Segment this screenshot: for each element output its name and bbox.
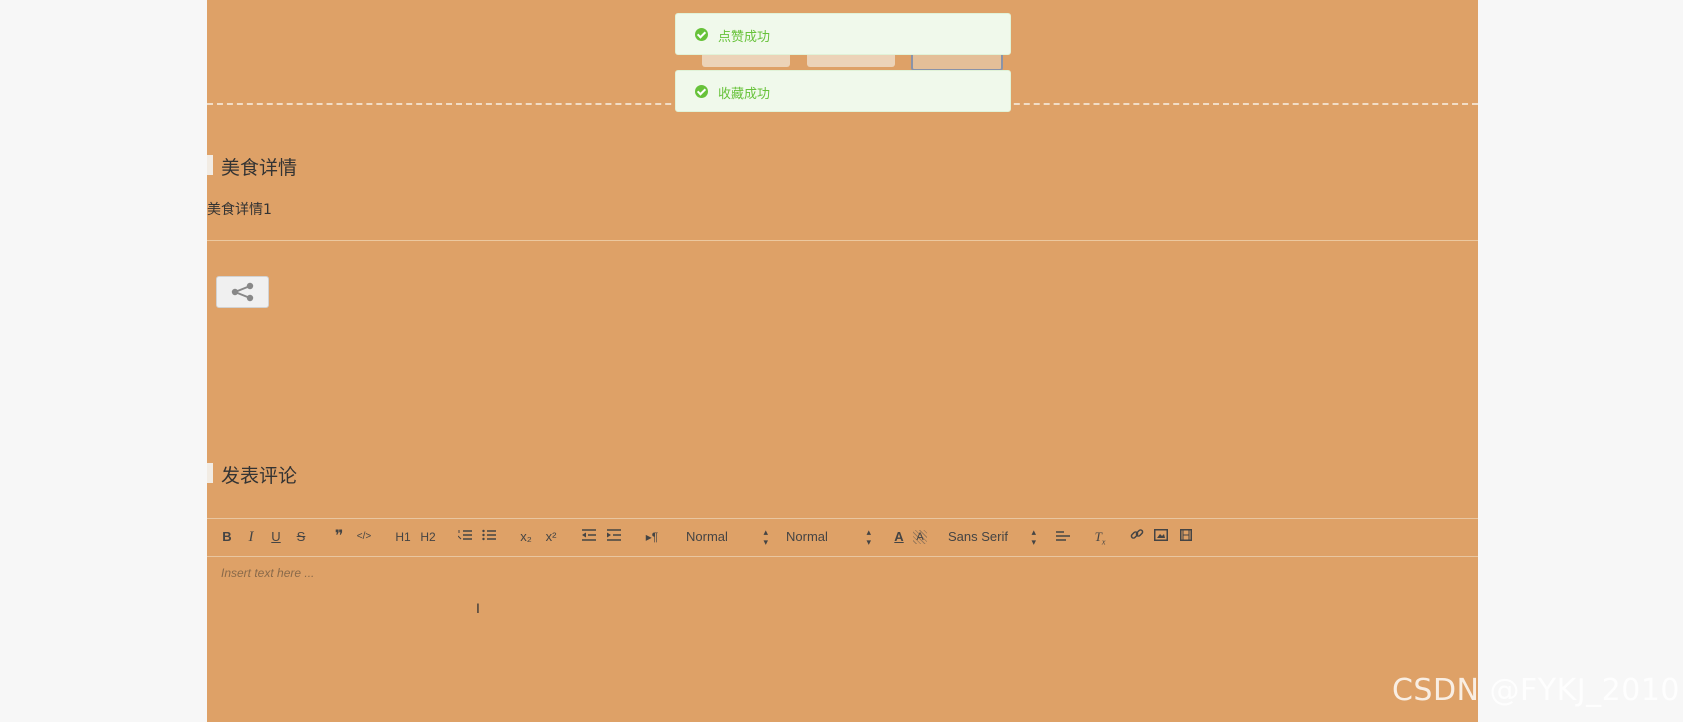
video-button[interactable] [1176,527,1196,547]
superscript-button[interactable]: x² [541,527,561,547]
underline-button[interactable]: U [266,527,286,547]
success-check-icon [695,28,708,41]
success-check-icon [695,85,708,98]
align-button[interactable] [1053,527,1073,547]
strike-button[interactable]: S [291,527,311,547]
title-accent-bar [207,155,213,175]
divider-line [207,240,1478,241]
title-accent-bar [207,463,213,483]
video-icon [1180,529,1192,541]
share-button[interactable] [216,276,269,308]
indent-icon [607,529,621,541]
select-caret-icon: ▴ ▾ [1031,527,1036,547]
subscript-button[interactable]: x₂ [516,527,536,547]
text-color-button[interactable]: A [889,527,909,547]
clear-format-button[interactable]: Tx [1090,527,1110,547]
ordered-list-button[interactable] [455,527,475,547]
outdent-icon [582,529,596,541]
bullet-list-button[interactable] [479,527,499,547]
watermark: CSDN @FYKJ_2010 [1391,673,1680,708]
image-button[interactable] [1151,527,1171,547]
toast-message: 点赞成功 [718,30,771,45]
link-icon [1130,529,1144,539]
align-left-icon [1056,531,1070,541]
outdent-button[interactable] [579,527,599,547]
size-select[interactable]: Normal ▴ ▾ [786,527,871,547]
toast-message: 收藏成功 [718,87,771,102]
blockquote-button[interactable]: ❞ [329,527,349,547]
header-1-button[interactable]: H1 [391,527,415,547]
text-cursor-icon: I [476,600,480,616]
toast-favorite-success: 收藏成功 [675,70,1011,112]
font-select-value: Sans Serif [948,529,1008,544]
code-block-button[interactable]: </> [354,527,374,547]
comment-title: 发表评论 [221,465,298,487]
detail-title: 美食详情 [221,157,298,179]
header-select[interactable]: Normal ▴ ▾ [686,527,768,547]
bold-button[interactable]: B [217,527,237,547]
font-select[interactable]: Sans Serif ▴ ▾ [948,527,1036,547]
comment-editor[interactable]: Insert text here ... I [207,556,1478,722]
background-color-button[interactable]: A [913,530,927,544]
italic-button[interactable]: I [241,527,261,547]
toast-like-success: 点赞成功 [675,13,1011,55]
detail-content: 美食详情1 [207,202,272,218]
share-icon [231,282,254,302]
header-select-value: Normal [686,529,728,544]
indent-button[interactable] [604,527,624,547]
link-button[interactable] [1127,527,1147,547]
editor-placeholder: Insert text here ... [221,566,315,580]
size-select-value: Normal [786,529,828,544]
image-icon [1154,529,1168,541]
text-direction-button[interactable]: ▸¶ [642,527,662,547]
select-caret-icon: ▴ ▾ [763,527,768,547]
bullet-list-icon [482,529,496,541]
ordered-list-icon [457,530,472,540]
editor-toolbar: B I U S ❞ </> H1 H2 x₂ x² ▸¶ Normal ▴ ▾ … [207,518,1478,557]
header-2-button[interactable]: H2 [416,527,440,547]
select-caret-icon: ▴ ▾ [866,527,871,547]
